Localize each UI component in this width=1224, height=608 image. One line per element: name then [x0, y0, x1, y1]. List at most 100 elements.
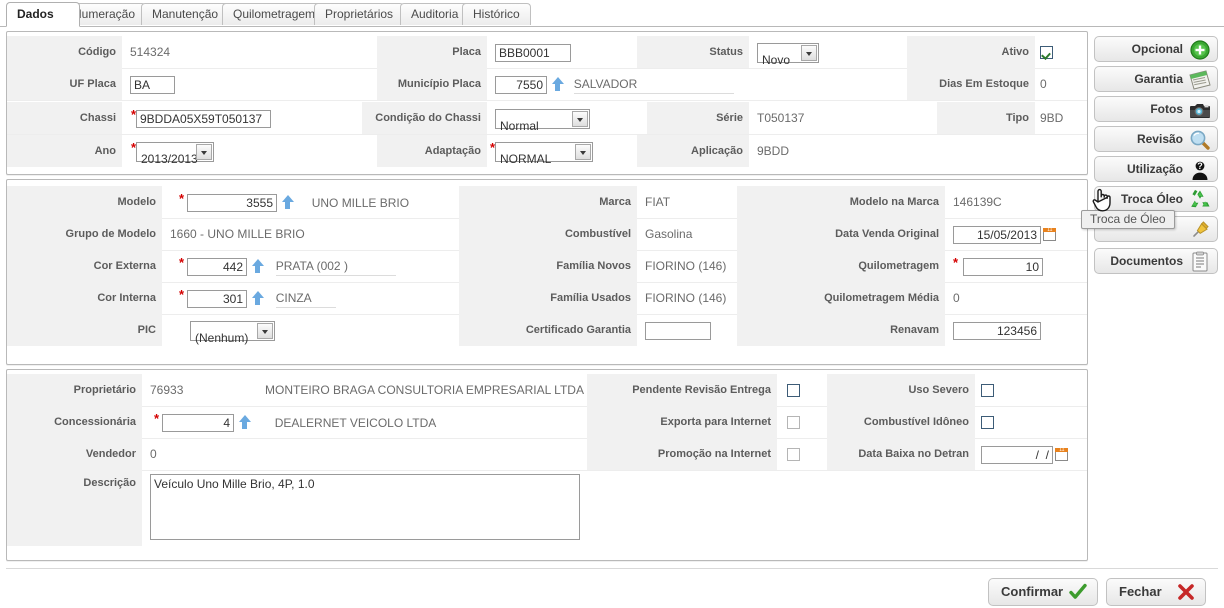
calendar-icon[interactable] [1055, 447, 1069, 462]
sidebar-button-garantia[interactable]: Garantia [1094, 66, 1218, 92]
municipio-codigo-input[interactable] [495, 75, 547, 94]
renavam-input[interactable] [953, 321, 1041, 340]
quilometragem-media-value: 0 [953, 291, 960, 305]
sidebar-button-opcional[interactable]: Opcional [1094, 36, 1218, 62]
certificado-garantia-input[interactable] [645, 321, 711, 340]
form-row: Vendedor 0 Promoção na Internet Data Bai… [7, 438, 1087, 471]
sidebar-button-label: Utilização [1126, 162, 1183, 176]
tab-label: Auditoria [411, 7, 459, 21]
sidebar-button-fotos[interactable]: Fotos [1094, 96, 1218, 122]
uf-placa-input[interactable] [130, 75, 175, 94]
modelo-lookup-arrow-icon[interactable] [281, 194, 295, 211]
pic-label: PIC [7, 314, 162, 346]
recycle-icon [1188, 189, 1212, 211]
tab-label: Manutenção [152, 7, 219, 21]
uf-placa-field [130, 68, 380, 100]
camera-icon [1188, 99, 1212, 121]
tab-proprietarios[interactable]: Proprietários [314, 3, 405, 25]
confirmar-button[interactable]: Confirmar [988, 578, 1098, 606]
sidebar-button-revisao[interactable]: Revisão [1094, 126, 1218, 152]
data-baixa-detran-input[interactable] [981, 445, 1053, 464]
certificate-icon [1188, 69, 1212, 91]
panel-identificacao: Código 514324 Placa Status Novo Ativo UF… [6, 31, 1088, 175]
condicao-chassi-select[interactable]: Normal [495, 108, 590, 133]
cor-interna-field: * CINZA [170, 282, 450, 314]
proprietario-descricao: MONTEIRO BRAGA CONSULTORIA EMPRESARIAL L… [265, 383, 584, 397]
sidebar-button-label: Revisão [1136, 132, 1183, 146]
sidebar-button-label: Troca Óleo [1120, 192, 1183, 206]
fechar-button[interactable]: Fechar [1106, 578, 1206, 606]
municipio-lookup-arrow-icon[interactable] [551, 76, 565, 93]
panel-modelo: Modelo * UNO MILLE BRIO Marca FIAT Model… [6, 179, 1088, 365]
sidebar-button-label: Fotos [1150, 102, 1183, 116]
chevron-down-icon[interactable] [801, 44, 817, 61]
quilometragem-media-label: Quilometragem Média [737, 282, 945, 314]
status-select[interactable]: Novo [757, 42, 819, 67]
modelo-codigo-input[interactable] [187, 193, 277, 212]
ativo-checkbox[interactable] [1040, 46, 1053, 60]
tab-dados[interactable]: Dados [6, 2, 80, 27]
chevron-down-icon[interactable] [575, 143, 591, 160]
concessionaria-codigo-input[interactable] [162, 413, 234, 432]
tab-label: Quilometragem [233, 7, 316, 21]
adaptacao-select[interactable]: NORMAL [495, 141, 593, 166]
combustivel-idoneo-checkbox[interactable] [981, 416, 994, 430]
concessionaria-label: Concessionária [7, 406, 142, 438]
form-row: Ano * 2013/2013 Adaptação * NORMAL Aplic… [7, 135, 1087, 167]
promocao-internet-checkbox[interactable] [787, 448, 800, 462]
calendar-icon[interactable] [1043, 227, 1057, 242]
concessionaria-lookup-arrow-icon[interactable] [238, 414, 252, 431]
chassi-label: Chassi [7, 102, 122, 134]
aplicacao-label: Aplicação [637, 135, 749, 167]
form-row: Código 514324 Placa Status Novo Ativo [7, 36, 1087, 69]
cor-interna-codigo-input[interactable] [187, 289, 247, 308]
descricao-textarea[interactable]: Veículo Uno Mille Brio, 4P, 1.0 [150, 474, 580, 540]
concessionaria-descricao: DEALERNET VEICOLO LTDA [274, 415, 437, 430]
tab-quilometragem[interactable]: Quilometragem [222, 3, 327, 25]
sidebar-button-documentos[interactable]: Documentos [1094, 248, 1218, 274]
serie-value: T050137 [757, 111, 805, 125]
chassi-field: * [130, 102, 380, 134]
exporta-internet-checkbox[interactable] [787, 416, 800, 430]
cor-externa-field: * PRATA (002 ) [170, 250, 450, 282]
form-row: PIC (Nenhum) Certificado Garantia Renava… [7, 314, 1087, 346]
uf-placa-label: UF Placa [7, 68, 122, 100]
svg-text:?: ? [1197, 161, 1203, 171]
tab-auditoria[interactable]: Auditoria [400, 3, 470, 25]
cor-externa-lookup-arrow-icon[interactable] [251, 258, 265, 275]
renavam-label: Renavam [737, 314, 945, 346]
chevron-down-icon[interactable] [257, 322, 273, 339]
placa-input[interactable] [495, 43, 571, 62]
marca-label: Marca [459, 186, 637, 218]
cor-interna-label: Cor Interna [7, 282, 162, 314]
condicao-chassi-label: Condição do Chassi [362, 102, 487, 134]
chevron-down-icon[interactable] [196, 143, 212, 160]
check-icon [1069, 583, 1087, 601]
vehicle-form: Código 514324 Placa Status Novo Ativo UF… [6, 31, 1088, 563]
cor-externa-codigo-input[interactable] [187, 257, 247, 276]
uso-severo-checkbox[interactable] [981, 384, 994, 398]
descricao-label: Descrição [7, 470, 142, 546]
quilometragem-input[interactable] [963, 257, 1043, 276]
combustivel-label: Combustível [459, 218, 637, 250]
quilometragem-field: * [953, 250, 1088, 282]
dias-estoque-label: Dias Em Estoque [907, 68, 1035, 100]
tab-label: Histórico [473, 7, 520, 21]
codigo-label: Código [7, 36, 122, 68]
pendente-revisao-checkbox[interactable] [787, 384, 800, 398]
panel-proprietario: Proprietário 76933 MONTEIRO BRAGA CONSUL… [6, 369, 1088, 561]
sidebar-button-utilizacao[interactable]: Utilização ? [1094, 156, 1218, 182]
chassi-input[interactable] [136, 109, 271, 128]
serie-label: Série [647, 102, 749, 134]
tab-historico[interactable]: Histórico [462, 3, 531, 25]
tipo-label: Tipo [937, 102, 1035, 134]
data-venda-original-input[interactable] [953, 225, 1041, 244]
tab-manutencao[interactable]: Manutenção [141, 3, 230, 25]
modelo-na-marca-label: Modelo na Marca [737, 186, 945, 218]
chevron-down-icon[interactable] [572, 110, 588, 127]
cor-interna-lookup-arrow-icon[interactable] [251, 290, 265, 307]
ano-select[interactable]: 2013/2013 [136, 141, 214, 166]
pic-select[interactable]: (Nenhum) [190, 320, 275, 345]
required-marker: * [131, 107, 137, 122]
sidebar-button-label: Documentos [1110, 254, 1183, 268]
